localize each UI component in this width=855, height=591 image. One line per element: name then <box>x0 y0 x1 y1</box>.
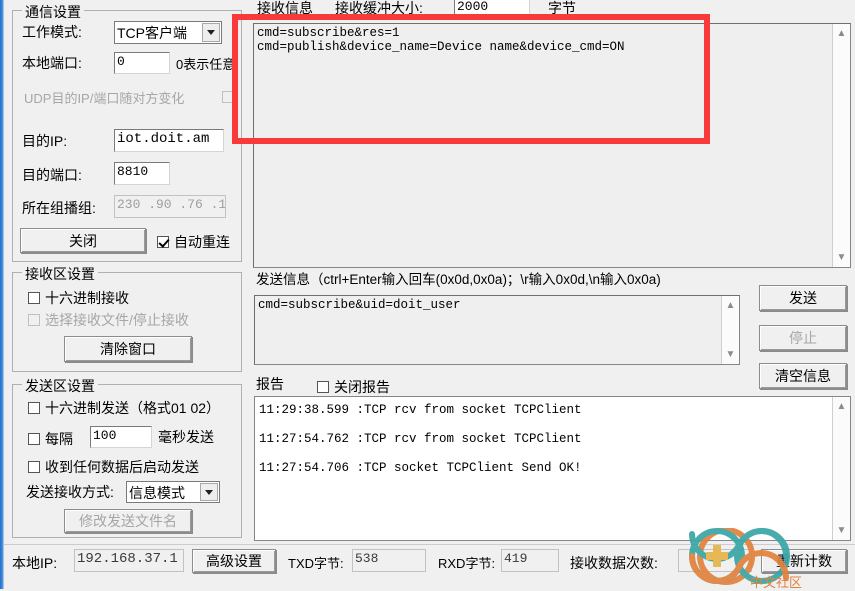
auto-reconnect-checkbox[interactable]: 自动重连 <box>157 232 230 252</box>
local-port-hint: 0表示任意 <box>176 57 236 72</box>
clear-window-button[interactable]: 清除窗口 <box>64 336 192 362</box>
multicast-input: 230 .90 .76 .1 <box>114 195 226 218</box>
list-item: 11:27:54.762 :TCP rcv from socket TCPCli… <box>259 432 582 446</box>
txd-value: 538 <box>352 549 426 572</box>
chevron-down-icon[interactable] <box>200 483 218 501</box>
app-window: 通信设置 工作模式: TCP客户端 本地端口: 0 0表示任意 UDP目的IP/… <box>4 0 855 589</box>
close-report-label: 关闭报告 <box>334 379 390 395</box>
receive-settings-title: 接收区设置 <box>22 264 98 284</box>
recv-count-label: 接收数据次数: <box>570 555 658 571</box>
dest-ip-label: 目的IP: <box>22 133 68 149</box>
close-connection-button[interactable]: 关闭 <box>20 228 146 253</box>
receive-scrollbar[interactable]: ▲ ▼ <box>832 24 850 267</box>
interval-unit-label: 毫秒发送 <box>158 429 214 445</box>
receive-buffer-label: 接收缓冲大小: <box>335 0 423 16</box>
clear-info-button[interactable]: 清空信息 <box>759 363 847 389</box>
work-mode-value: TCP客户端 <box>117 25 187 41</box>
txd-label: TXD字节: <box>288 556 344 571</box>
hex-send-checkbox[interactable]: 十六进制发送（格式01 02） <box>28 398 220 418</box>
dest-port-input[interactable]: 8810 <box>114 162 170 185</box>
communication-settings-title: 通信设置 <box>22 2 84 22</box>
chevron-down-icon[interactable]: ▼ <box>722 346 739 363</box>
checkbox-box <box>28 461 40 473</box>
send-settings-title: 发送区设置 <box>22 376 98 396</box>
multicast-label: 所在组播组: <box>22 200 96 216</box>
chevron-down-icon[interactable]: ▼ <box>833 522 850 539</box>
receive-text: cmd=subscribe&res=1 cmd=publish&device_n… <box>257 26 625 54</box>
chevron-up-icon[interactable]: ▲ <box>833 25 850 42</box>
interval-input[interactable]: 100 <box>90 426 152 448</box>
send-scrollbar[interactable]: ▲ ▼ <box>721 296 739 364</box>
local-ip-value: 192.168.37.1 <box>74 549 184 572</box>
udp-follow-label: UDP目的IP/端口随对方变化 <box>24 91 185 106</box>
rxd-label: RXD字节: <box>438 556 496 571</box>
report-rows: 11:29:38.599 :TCP rcv from socket TCPCli… <box>255 397 833 540</box>
chevron-down-icon[interactable]: ▼ <box>833 249 850 266</box>
chevron-up-icon[interactable]: ▲ <box>833 398 850 415</box>
auto-send-label: 收到任何数据后启动发送 <box>45 459 199 475</box>
checkbox-box <box>28 314 40 326</box>
chevron-down-icon[interactable] <box>202 23 220 42</box>
receive-textarea[interactable]: cmd=subscribe&res=1 cmd=publish&device_n… <box>253 23 851 268</box>
hex-send-label: 十六进制发送（格式01 02） <box>45 400 221 416</box>
chevron-up-icon[interactable]: ▲ <box>722 297 739 314</box>
receive-to-file-label: 选择接收文件/停止接收 <box>45 312 189 328</box>
interval-label: 每隔 <box>45 431 73 447</box>
send-recv-mode-value: 信息模式 <box>129 485 185 501</box>
dest-port-label: 目的端口: <box>22 167 82 183</box>
hex-receive-checkbox[interactable]: 十六进制接收 <box>28 288 129 308</box>
list-item: 11:27:54.706 :TCP socket TCPClient Send … <box>259 461 582 475</box>
checkbox-box <box>222 91 234 103</box>
report-list[interactable]: 11:29:38.599 :TCP rcv from socket TCPCli… <box>254 396 851 541</box>
list-item: 11:29:38.599 :TCP rcv from socket TCPCli… <box>259 403 582 417</box>
hex-receive-label: 十六进制接收 <box>45 290 129 306</box>
rxd-value: 419 <box>501 549 559 572</box>
dest-ip-input[interactable]: iot.doit.am <box>114 129 224 152</box>
work-mode-label: 工作模式: <box>22 24 82 40</box>
send-button[interactable]: 发送 <box>759 285 847 311</box>
receive-info-title: 接收信息 <box>257 0 313 16</box>
interval-send-checkbox[interactable]: 每隔 <box>28 429 73 449</box>
send-info-title: 发送信息（ctrl+Enter输入回车(0x0d,0x0a)；\r输入0x0d,… <box>256 272 661 287</box>
work-mode-select[interactable]: TCP客户端 <box>114 21 222 44</box>
auto-send-on-receive-checkbox[interactable]: 收到任何数据后启动发送 <box>28 457 199 477</box>
auto-reconnect-label: 自动重连 <box>174 234 230 250</box>
receive-to-file-checkbox: 选择接收文件/停止接收 <box>28 310 189 330</box>
close-report-checkbox[interactable]: 关闭报告 <box>317 377 390 397</box>
reset-count-button[interactable]: 重新计数 <box>761 549 847 573</box>
checkbox-box <box>317 381 329 393</box>
checkbox-box <box>157 236 169 248</box>
report-label: 报告 <box>256 376 284 392</box>
send-text: cmd=subscribe&uid=doit_user <box>258 298 461 312</box>
advanced-settings-button[interactable]: 高级设置 <box>192 549 276 573</box>
local-port-input[interactable]: 0 <box>114 52 170 74</box>
send-textarea[interactable]: cmd=subscribe&uid=doit_user ▲ ▼ <box>254 295 740 365</box>
recv-count-value <box>678 549 752 572</box>
send-recv-mode-select[interactable]: 信息模式 <box>126 481 220 503</box>
checkbox-box <box>28 402 40 414</box>
send-recv-mode-label: 发送接收方式: <box>26 484 114 500</box>
checkbox-box <box>28 433 40 445</box>
modify-send-filename-button: 修改发送文件名 <box>64 509 192 533</box>
local-port-label: 本地端口: <box>22 55 82 71</box>
udp-follow-checkbox[interactable] <box>222 91 234 103</box>
stop-button: 停止 <box>759 325 847 351</box>
receive-buffer-input[interactable]: 2000 <box>454 0 530 19</box>
report-scrollbar[interactable]: ▲ ▼ <box>832 397 850 540</box>
local-ip-label: 本地IP: <box>12 555 58 571</box>
receive-buffer-unit: 字节 <box>548 0 576 16</box>
checkbox-box <box>28 292 40 304</box>
